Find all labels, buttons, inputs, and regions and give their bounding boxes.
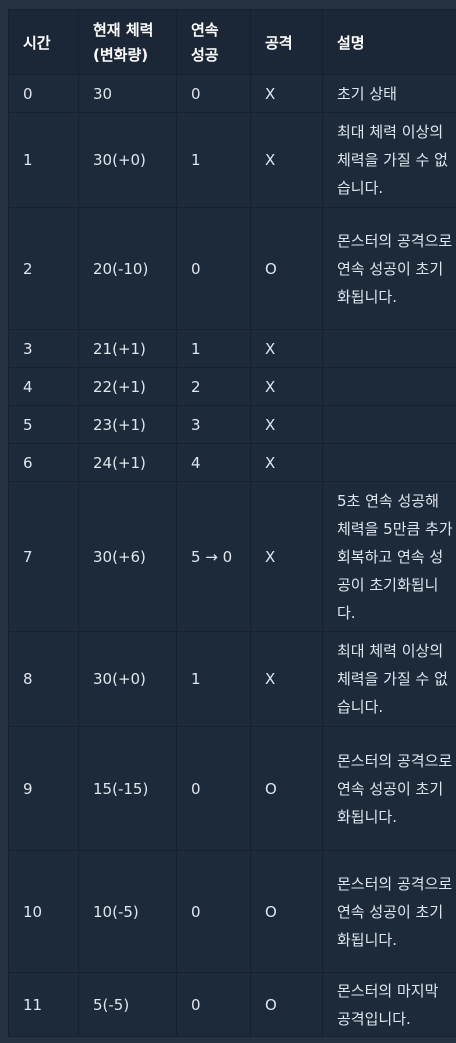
- cell-time: 11: [8, 972, 79, 1037]
- header-desc: 설명: [322, 9, 456, 75]
- cell-streak: 4: [176, 443, 251, 482]
- table-row: 8 30(+0) 1 X 최대 체력 이상의 체력을 가질 수 없습니다.: [8, 631, 456, 727]
- table-row: 5 23(+1) 3 X: [8, 405, 456, 444]
- cell-time: 3: [8, 329, 79, 368]
- cell-attack: X: [250, 74, 323, 113]
- table-row: 7 30(+6) 5 → 0 X 5초 연속 성공해 체력을 5만큼 추가 회복…: [8, 481, 456, 632]
- time-table-container: 시간 현재 체력 (변화량) 연속 성공 공격 설명 0 30 0 X 초기 상…: [0, 0, 456, 1043]
- cell-desc: 5초 연속 성공해 체력을 5만큼 추가 회복하고 연속 성공이 초기화됩니다.: [322, 481, 456, 632]
- cell-hp: 20(-10): [78, 207, 177, 330]
- cell-attack: X: [250, 443, 323, 482]
- cell-streak: 0: [176, 850, 251, 973]
- cell-streak: 0: [176, 726, 251, 851]
- cell-hp: 30: [78, 74, 177, 113]
- header-streak: 연속 성공: [176, 9, 251, 75]
- table-row: 0 30 0 X 초기 상태: [8, 74, 456, 113]
- cell-desc: 초기 상태: [322, 74, 456, 113]
- cell-desc: 몬스터의 공격으로 연속 성공이 초기화됩니다.: [322, 850, 456, 973]
- cell-desc: [322, 443, 456, 482]
- table-row: 9 15(-15) 0 O 몬스터의 공격으로 연속 성공이 초기화됩니다.: [8, 726, 456, 851]
- cell-attack: X: [250, 112, 323, 208]
- table-row: 10 10(-5) 0 O 몬스터의 공격으로 연속 성공이 초기화됩니다.: [8, 850, 456, 973]
- cell-time: 2: [8, 207, 79, 330]
- cell-hp: 22(+1): [78, 367, 177, 406]
- cell-streak: 0: [176, 207, 251, 330]
- cell-streak: 1: [176, 112, 251, 208]
- cell-hp: 30(+0): [78, 631, 177, 727]
- cell-attack: X: [250, 481, 323, 632]
- cell-desc: 최대 체력 이상의 체력을 가질 수 없습니다.: [322, 112, 456, 208]
- cell-time: 1: [8, 112, 79, 208]
- header-hp-label: 현재 체력 (변화량): [93, 21, 154, 64]
- header-hp: 현재 체력 (변화량): [78, 9, 177, 75]
- cell-streak: 5 → 0: [176, 481, 251, 632]
- cell-attack: O: [250, 726, 323, 851]
- header-attack: 공격: [250, 9, 323, 75]
- cell-attack: X: [250, 405, 323, 444]
- table-row: 4 22(+1) 2 X: [8, 367, 456, 406]
- cell-hp: 21(+1): [78, 329, 177, 368]
- cell-streak: 3: [176, 405, 251, 444]
- cell-desc: 몬스터의 마지막 공격입니다.: [322, 972, 456, 1037]
- table-row: 1 30(+0) 1 X 최대 체력 이상의 체력을 가질 수 없습니다.: [8, 112, 456, 208]
- table-row: 6 24(+1) 4 X: [8, 443, 456, 482]
- cell-attack: X: [250, 367, 323, 406]
- cell-desc: [322, 405, 456, 444]
- cell-time: 0: [8, 74, 79, 113]
- cell-desc: 몬스터의 공격으로 연속 성공이 초기화됩니다.: [322, 207, 456, 330]
- cell-streak: 1: [176, 329, 251, 368]
- cell-time: 8: [8, 631, 79, 727]
- cell-hp: 15(-15): [78, 726, 177, 851]
- cell-desc: [322, 329, 456, 368]
- cell-time: 7: [8, 481, 79, 632]
- cell-desc: 최대 체력 이상의 체력을 가질 수 없습니다.: [322, 631, 456, 727]
- table-row: 11 5(-5) 0 O 몬스터의 마지막 공격입니다.: [8, 972, 456, 1037]
- cell-attack: X: [250, 631, 323, 727]
- cell-time: 10: [8, 850, 79, 973]
- table-row: 3 21(+1) 1 X: [8, 329, 456, 368]
- cell-time: 9: [8, 726, 79, 851]
- cell-streak: 0: [176, 972, 251, 1037]
- cell-desc: 몬스터의 공격으로 연속 성공이 초기화됩니다.: [322, 726, 456, 851]
- cell-streak: 1: [176, 631, 251, 727]
- cell-hp: 24(+1): [78, 443, 177, 482]
- cell-attack: X: [250, 329, 323, 368]
- cell-desc: [322, 367, 456, 406]
- cell-streak: 2: [176, 367, 251, 406]
- cell-attack: O: [250, 850, 323, 973]
- cell-hp: 30(+6): [78, 481, 177, 632]
- header-streak-label: 연속 성공: [191, 21, 219, 64]
- cell-time: 6: [8, 443, 79, 482]
- cell-hp: 5(-5): [78, 972, 177, 1037]
- time-table: 시간 현재 체력 (변화량) 연속 성공 공격 설명 0 30 0 X 초기 상…: [8, 9, 456, 1037]
- cell-time: 4: [8, 367, 79, 406]
- cell-hp: 30(+0): [78, 112, 177, 208]
- cell-hp: 10(-5): [78, 850, 177, 973]
- cell-attack: O: [250, 972, 323, 1037]
- header-time: 시간: [8, 9, 79, 75]
- cell-hp: 23(+1): [78, 405, 177, 444]
- cell-streak: 0: [176, 74, 251, 113]
- table-header-row: 시간 현재 체력 (변화량) 연속 성공 공격 설명: [8, 9, 456, 75]
- cell-attack: O: [250, 207, 323, 330]
- table-row: 2 20(-10) 0 O 몬스터의 공격으로 연속 성공이 초기화됩니다.: [8, 207, 456, 330]
- cell-time: 5: [8, 405, 79, 444]
